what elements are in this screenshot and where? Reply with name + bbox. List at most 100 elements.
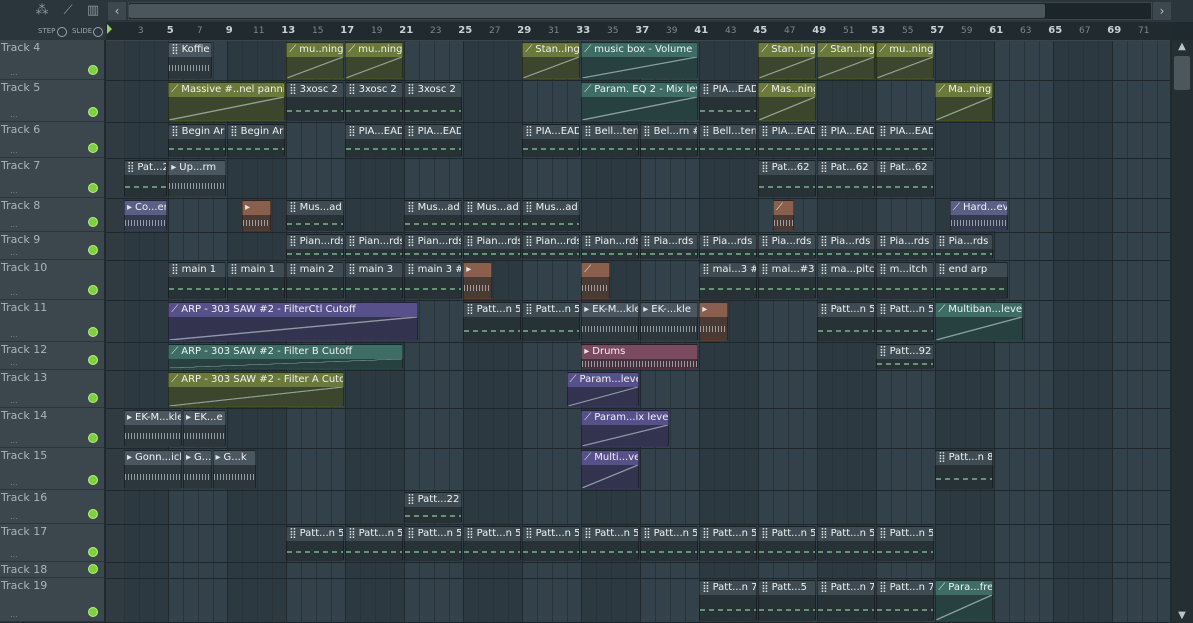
playlist-clip[interactable]: ⣿ Koffie [168,42,212,79]
track-options[interactable]: ... [10,396,18,405]
playlist-clip[interactable]: ⣿Patt...n 53 [286,526,345,561]
playlist-clip[interactable]: ⣿ Mus...ad [522,200,581,231]
track-options[interactable]: ... [10,220,18,229]
playlist-clip[interactable]: ⣿Patt...n 52 [876,302,935,341]
playlist-clip[interactable]: ⣿Patt...n 75 [817,580,876,621]
playlist-clip[interactable]: ⟋ ARP - 303 SAW #2 - Filter A Cutoff [168,372,345,407]
track-mute-led[interactable] [88,65,98,75]
playlist-clip[interactable]: ⣿ PIA...EAD [817,124,876,157]
track-options[interactable]: ... [10,186,18,195]
playlist-clip[interactable]: ▸ Co...er [124,200,168,231]
track-options[interactable]: ... [10,68,18,77]
playlist-clip[interactable]: ⣿ main 1 [227,262,286,299]
track-header[interactable]: Track 6... [0,122,104,158]
playlist-clip[interactable]: ⣿ Pia...rds [699,234,758,259]
playlist-clip[interactable]: ⣿Patt...n 53 [345,526,404,561]
scroll-left-button[interactable]: ‹ [108,2,126,20]
track-options[interactable]: ... [10,288,18,297]
playlist-clip[interactable]: ⟋ Stan..ing [817,42,876,79]
playlist-clip[interactable]: ⣿ Pat...62 [817,160,876,197]
track-header[interactable]: Track 7... [0,158,104,198]
playlist-clip[interactable]: ⣿ PIA...EAD [404,124,463,157]
playlist-clip[interactable]: ⣿ Pian...rds [463,234,522,259]
playlist-clip[interactable]: ▸G...k [212,450,256,489]
vertical-scrollbar[interactable]: ▲ ▼ [1172,40,1193,623]
scroll-down-icon[interactable]: ▼ [1174,609,1190,623]
playlist-clip[interactable]: ⟋ mu..ning [876,42,935,79]
playlist-clip[interactable]: ⣿mai...3 #3 [699,262,758,299]
playlist-clip[interactable]: ⟋Massive #..nel panning [168,82,286,121]
track-header[interactable]: Track 19... [0,578,104,622]
track-header[interactable]: Track 9... [0,232,104,260]
playlist-clip[interactable]: ⣿Patt...n 53 [758,526,817,561]
horizontal-scrollbar[interactable] [128,2,1152,20]
playlist-clip[interactable]: ⣿Patt...n 59 [404,526,463,561]
playlist-clip[interactable]: ⟋Para...freq [935,580,994,621]
playlist-clip[interactable]: ⟋ Multi...vel [581,450,640,489]
playlist-clip[interactable]: ⣿ PIA...EAD [876,124,935,157]
playlist-clip[interactable]: ▸ Drums [581,344,699,369]
playlist-clip[interactable]: ⣿ 3xosc 2 [286,82,345,121]
playlist-clip[interactable]: ▸ [242,200,271,231]
playlist-clip[interactable]: ⣿ PIA...EAD [345,124,404,157]
track-header[interactable]: Track 8... [0,198,104,232]
automation-icon[interactable]: ⟋ [58,3,78,19]
track-mute-led[interactable] [88,327,98,337]
track-options[interactable]: ... [10,610,18,619]
playlist-clip[interactable]: ⣿Patt...n 53 [640,526,699,561]
track-mute-led[interactable] [88,475,98,485]
playlist-clip[interactable]: ⣿ main 1 [168,262,227,299]
playlist-clip[interactable]: ▸ EK-M...kle [581,302,640,341]
playlist-clip[interactable]: ⟋ ARP - 303 SAW #2 - FilterCtl Cutoff [168,302,418,341]
playlist-clip[interactable]: ⣿ Bell...tern [699,124,758,157]
track-header[interactable]: Track 14... [0,408,104,448]
playlist-clip[interactable]: ⣿Begin Arp [168,124,227,157]
playlist-clip[interactable]: ⟋ Stan..ing [758,42,817,79]
track-mute-led[interactable] [88,547,98,557]
track-mute-led[interactable] [88,245,98,255]
playlist-clip[interactable]: ▸ EK-M...kle [124,410,182,447]
playlist-clip[interactable]: ⟋ [773,200,795,231]
playlist-clip[interactable]: ⟋ Mas..ning [758,82,817,121]
playlist-clip[interactable]: ⟋ [581,262,610,299]
track-options[interactable]: ... [10,550,18,559]
playlist-clip[interactable]: ⣿ 3xosc 2 [404,82,463,121]
playlist-clip[interactable]: ⣿ Pat...2 [124,160,168,197]
playlist-clip[interactable]: ▸G...k [183,450,212,489]
playlist-clip[interactable]: ⣿Patt...n 53 [817,526,876,561]
playlist-clip[interactable]: ⣿Patt...n 52 [817,302,876,341]
track-options[interactable]: ... [10,248,18,257]
playlist-grid[interactable]: ⣿ Koffie ⟋ mu..ning ⟋ mu..ning ⟋ Stan..ing ⟋ musi… [106,41,1170,623]
playlist-clip[interactable]: ⣿Patt...n 52 [522,302,581,341]
playlist-clip[interactable]: ⣿ Pat...62 [876,160,935,197]
playlist-clip[interactable]: ▸ Gonn...ick [124,450,182,489]
playlist-clip[interactable]: ⣿Patt...n 53 [699,526,758,561]
track-mute-led[interactable] [88,355,98,365]
scroll-right-button[interactable]: › [1153,2,1171,20]
playlist-clip[interactable]: ▸ [699,302,728,341]
track-mute-led[interactable] [88,183,98,193]
playlist-clip[interactable]: ⣿Patt...n 53 [876,526,935,561]
playlist-clip[interactable]: ⣿ 3xosc 2 [345,82,404,121]
track-mute-led[interactable] [88,564,98,574]
playlist-clip[interactable]: ⟋ Param...level [566,372,640,407]
track-header[interactable]: Track 5... [0,80,104,122]
track-options[interactable]: ... [10,478,18,487]
track-options[interactable]: ... [10,358,18,367]
playlist-clip[interactable]: ⣿ PIA...EAD [699,82,758,121]
playlist-clip[interactable]: ⟋ Multiban...level [935,302,1023,341]
slide-toggle[interactable] [93,27,103,37]
step-toggle[interactable] [57,27,67,37]
playlist-clip[interactable]: ⣿Patt...n 83 [935,450,994,489]
playlist-clip[interactable]: ⣿ Pian...rds [345,234,404,259]
track-mute-led[interactable] [88,143,98,153]
playlist-clip[interactable]: ⟋ Ma..ning [935,82,994,121]
track-header[interactable]: Track 18 [0,562,104,578]
waveform-icon[interactable]: ⁂ [32,3,52,19]
track-mute-led[interactable] [88,607,98,617]
playlist-clip[interactable]: ⣿ Bell...tern [581,124,640,157]
playlist-clip[interactable]: ⣿ Patt...5 [758,580,817,621]
playlist-clip[interactable]: ▸ EK-...kle [640,302,699,341]
playlist-clip[interactable]: ⣿ Pia...rds [640,234,699,259]
playlist-clip[interactable]: ⣿Patt...n 52 [463,302,522,341]
